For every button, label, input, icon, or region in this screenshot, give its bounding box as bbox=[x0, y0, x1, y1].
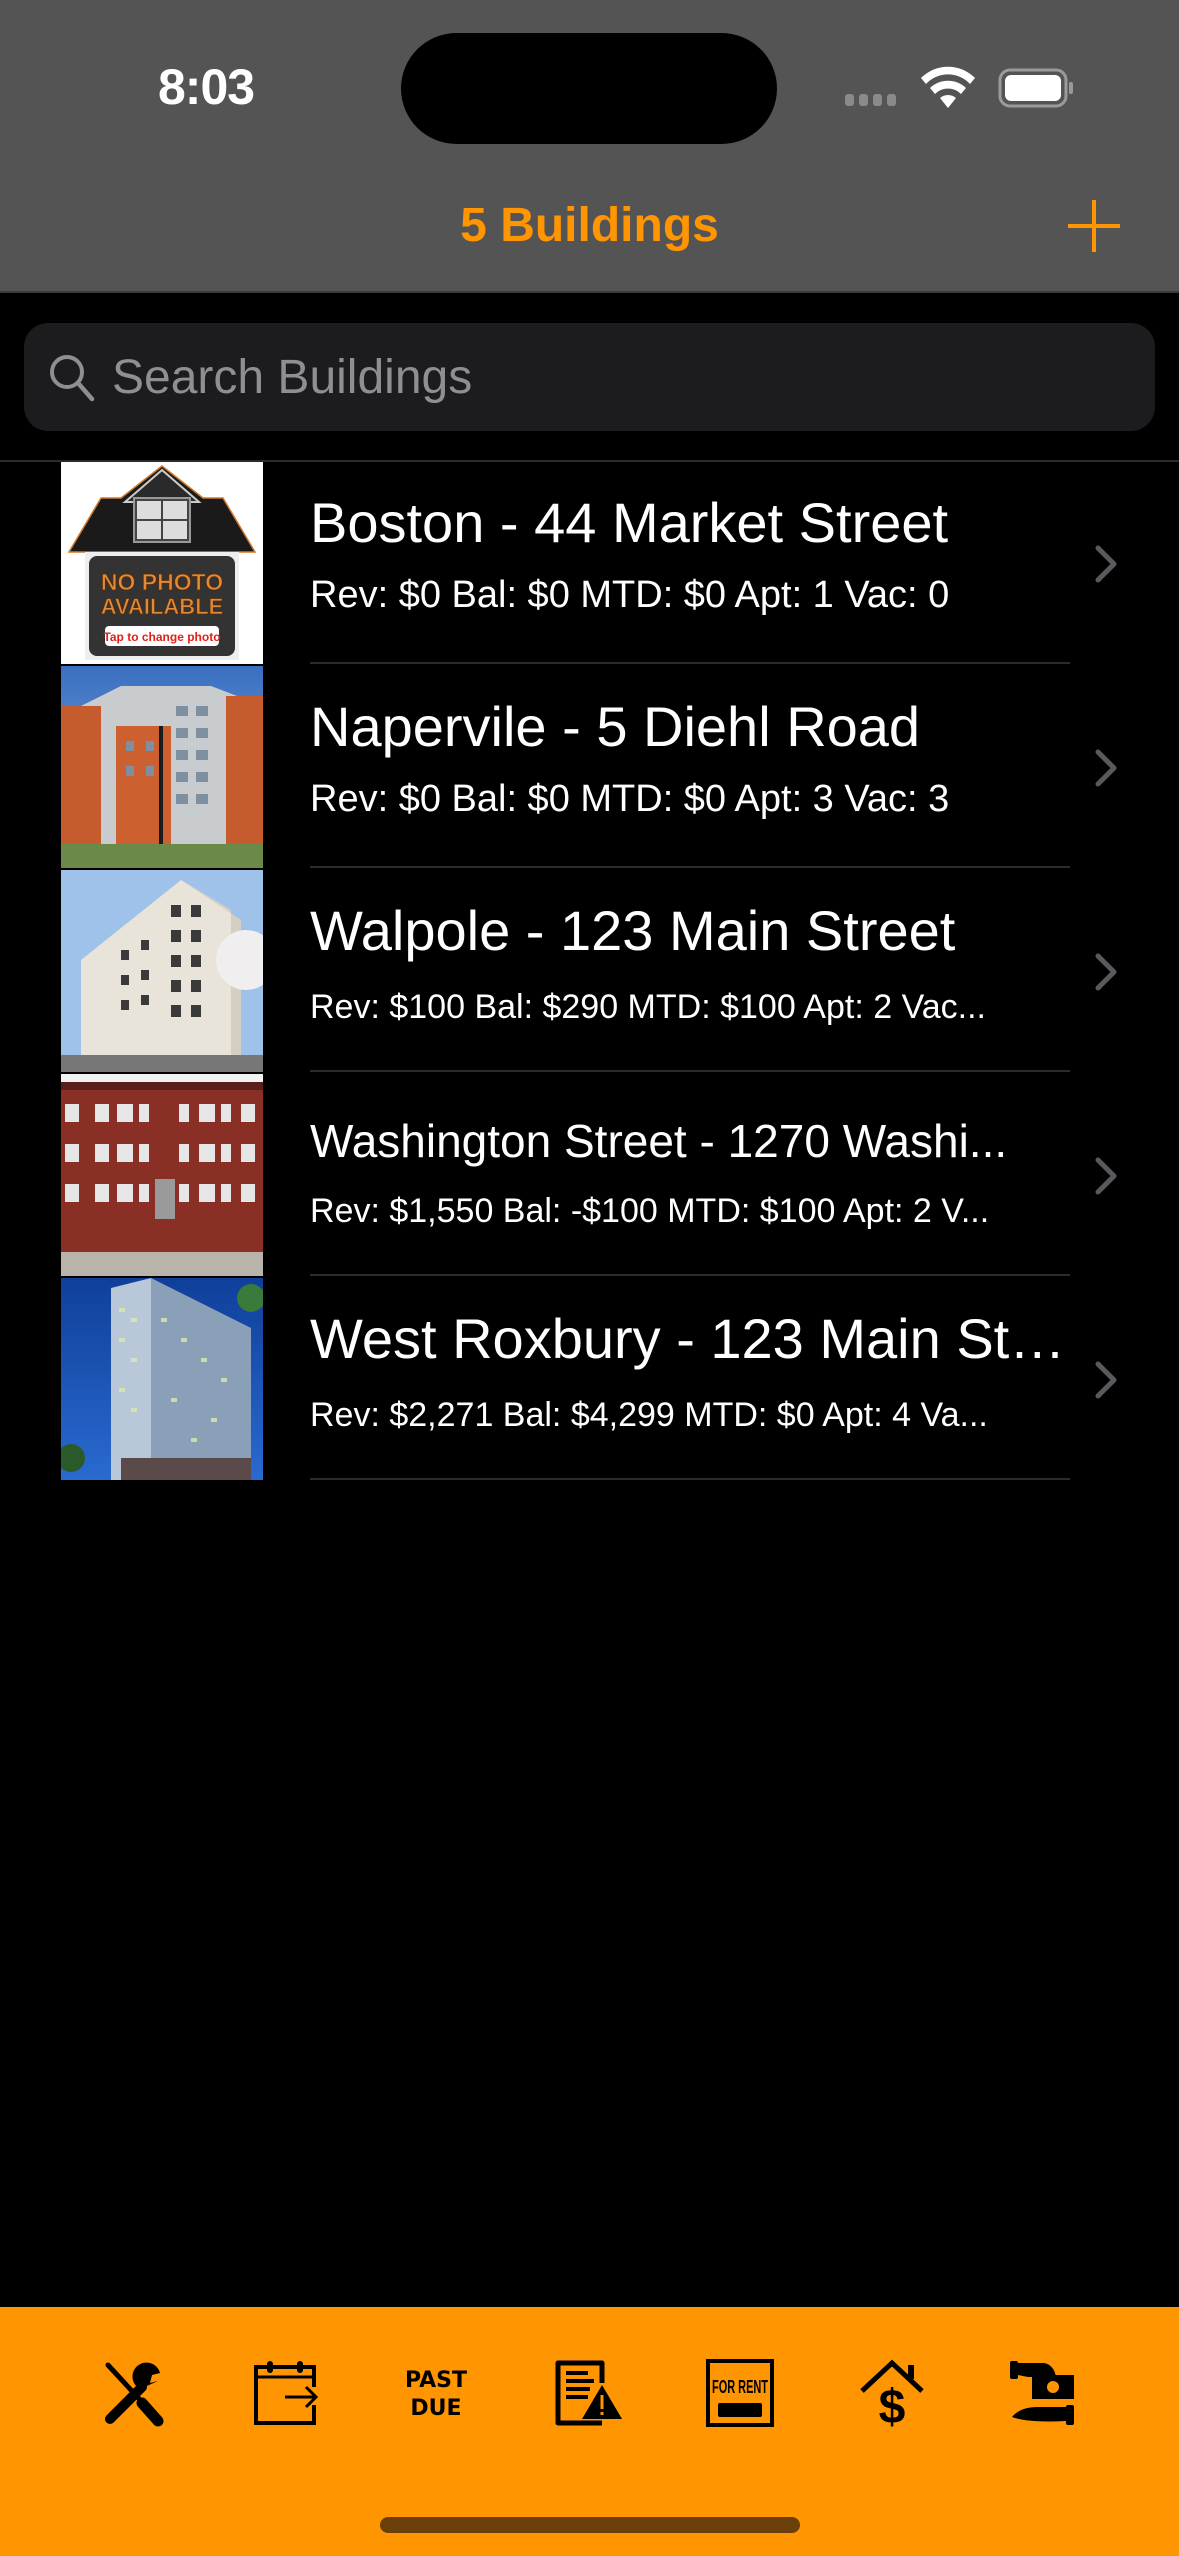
building-photo[interactable] bbox=[61, 666, 263, 868]
building-name: Walpole - 123 Main Street bbox=[310, 899, 956, 962]
chevron-right-icon bbox=[1095, 545, 1117, 583]
building-row-text: Walpole - 123 Main Street Rev: $100 Bal:… bbox=[310, 870, 1070, 1072]
building-summary: Rev: $0 Bal: $0 MTD: $0 Apt: 3 Vac: 3 bbox=[310, 778, 950, 820]
calendar-arrow-icon bbox=[254, 2361, 319, 2425]
lease-expiration-button[interactable] bbox=[250, 2357, 322, 2429]
payments-button[interactable] bbox=[1006, 2357, 1078, 2429]
wifi-icon bbox=[921, 66, 975, 108]
svg-text:FOR RENT: FOR RENT bbox=[712, 2377, 768, 2397]
building-row-text: Boston - 44 Market Street Rev: $0 Bal: $… bbox=[310, 462, 1070, 664]
building-row[interactable]: Washington Street - 1270 Washi... Rev: $… bbox=[0, 1074, 1179, 1278]
battery-icon bbox=[998, 68, 1073, 108]
add-building-button[interactable] bbox=[1066, 198, 1122, 254]
building-name: Washington Street - 1270 Washi... bbox=[310, 1115, 1008, 1167]
maintenance-button[interactable] bbox=[100, 2357, 172, 2429]
building-summary: Rev: $100 Bal: $290 MTD: $100 Apt: 2 Vac… bbox=[310, 988, 986, 1026]
no-photo-placeholder-image[interactable]: NO PHOTO AVAILABLE Tap to change photo bbox=[61, 462, 263, 664]
chevron-right-icon bbox=[1095, 749, 1117, 787]
chevron-right-icon bbox=[1095, 1361, 1117, 1399]
building-summary: Rev: $1,550 Bal: -$100 MTD: $100 Apt: 2 … bbox=[310, 1192, 990, 1230]
building-photo[interactable] bbox=[61, 870, 263, 1072]
cellular-signal-icon bbox=[845, 94, 896, 106]
past-due-icon: PAST DUE bbox=[405, 2368, 467, 2421]
tap-to-change-photo-text: Tap to change photo bbox=[103, 630, 220, 644]
document-warning-icon bbox=[555, 2360, 622, 2426]
home-indicator[interactable] bbox=[380, 2517, 800, 2533]
no-photo-text: NO PHOTO bbox=[101, 569, 223, 595]
navigation-bar: 8:03 5 Buildings bbox=[0, 0, 1179, 293]
svg-text:$: $ bbox=[879, 2381, 906, 2427]
chevron-right-icon bbox=[1095, 953, 1117, 991]
building-photo[interactable] bbox=[61, 1074, 263, 1276]
building-row-text: West Roxbury - 123 Main Street Rev: $2,2… bbox=[310, 1278, 1070, 1480]
notices-button[interactable] bbox=[552, 2357, 624, 2429]
house-dollar-icon: $ bbox=[860, 2359, 924, 2427]
building-row[interactable]: Walpole - 123 Main Street Rev: $100 Bal:… bbox=[0, 870, 1179, 1074]
building-name: Napervile - 5 Diehl Road bbox=[310, 695, 921, 758]
building-summary: Rev: $2,271 Bal: $4,299 MTD: $0 Apt: 4 V… bbox=[310, 1396, 988, 1434]
search-bar[interactable] bbox=[24, 323, 1155, 431]
status-time: 8:03 bbox=[158, 59, 255, 115]
dynamic-island bbox=[401, 33, 777, 144]
building-row[interactable]: West Roxbury - 123 Main Street Rev: $2,2… bbox=[0, 1278, 1179, 1482]
for-rent-sign-icon: FOR RENT bbox=[706, 2359, 774, 2427]
vacancies-button[interactable]: FOR RENT bbox=[704, 2357, 776, 2429]
search-icon bbox=[50, 355, 95, 402]
building-row-text: Napervile - 5 Diehl Road Rev: $0 Bal: $0… bbox=[310, 666, 1070, 868]
available-text: AVAILABLE bbox=[101, 594, 224, 619]
tools-icon bbox=[105, 2362, 164, 2427]
page-title: 5 Buildings bbox=[460, 199, 719, 252]
hand-money-icon bbox=[1010, 2361, 1074, 2425]
building-row[interactable]: Napervile - 5 Diehl Road Rev: $0 Bal: $0… bbox=[0, 666, 1179, 870]
building-row[interactable]: NO PHOTO AVAILABLE Tap to change photo B… bbox=[0, 462, 1179, 666]
building-row-text: Washington Street - 1270 Washi... Rev: $… bbox=[310, 1074, 1070, 1276]
rent-income-button[interactable]: $ bbox=[856, 2357, 928, 2429]
chevron-right-icon bbox=[1095, 1157, 1117, 1195]
svg-text:PAST: PAST bbox=[405, 2368, 467, 2393]
building-photo[interactable] bbox=[61, 1278, 263, 1480]
building-name: Boston - 44 Market Street bbox=[310, 491, 949, 554]
building-summary: Rev: $0 Bal: $0 MTD: $0 Apt: 1 Vac: 0 bbox=[310, 574, 950, 616]
buildings-list: NO PHOTO AVAILABLE Tap to change photo B… bbox=[0, 462, 1179, 1482]
search-input[interactable] bbox=[112, 349, 1112, 405]
building-name: West Roxbury - 123 Main Street bbox=[310, 1307, 1070, 1370]
past-due-button[interactable]: PAST DUE bbox=[400, 2357, 472, 2429]
svg-text:DUE: DUE bbox=[410, 2396, 461, 2421]
